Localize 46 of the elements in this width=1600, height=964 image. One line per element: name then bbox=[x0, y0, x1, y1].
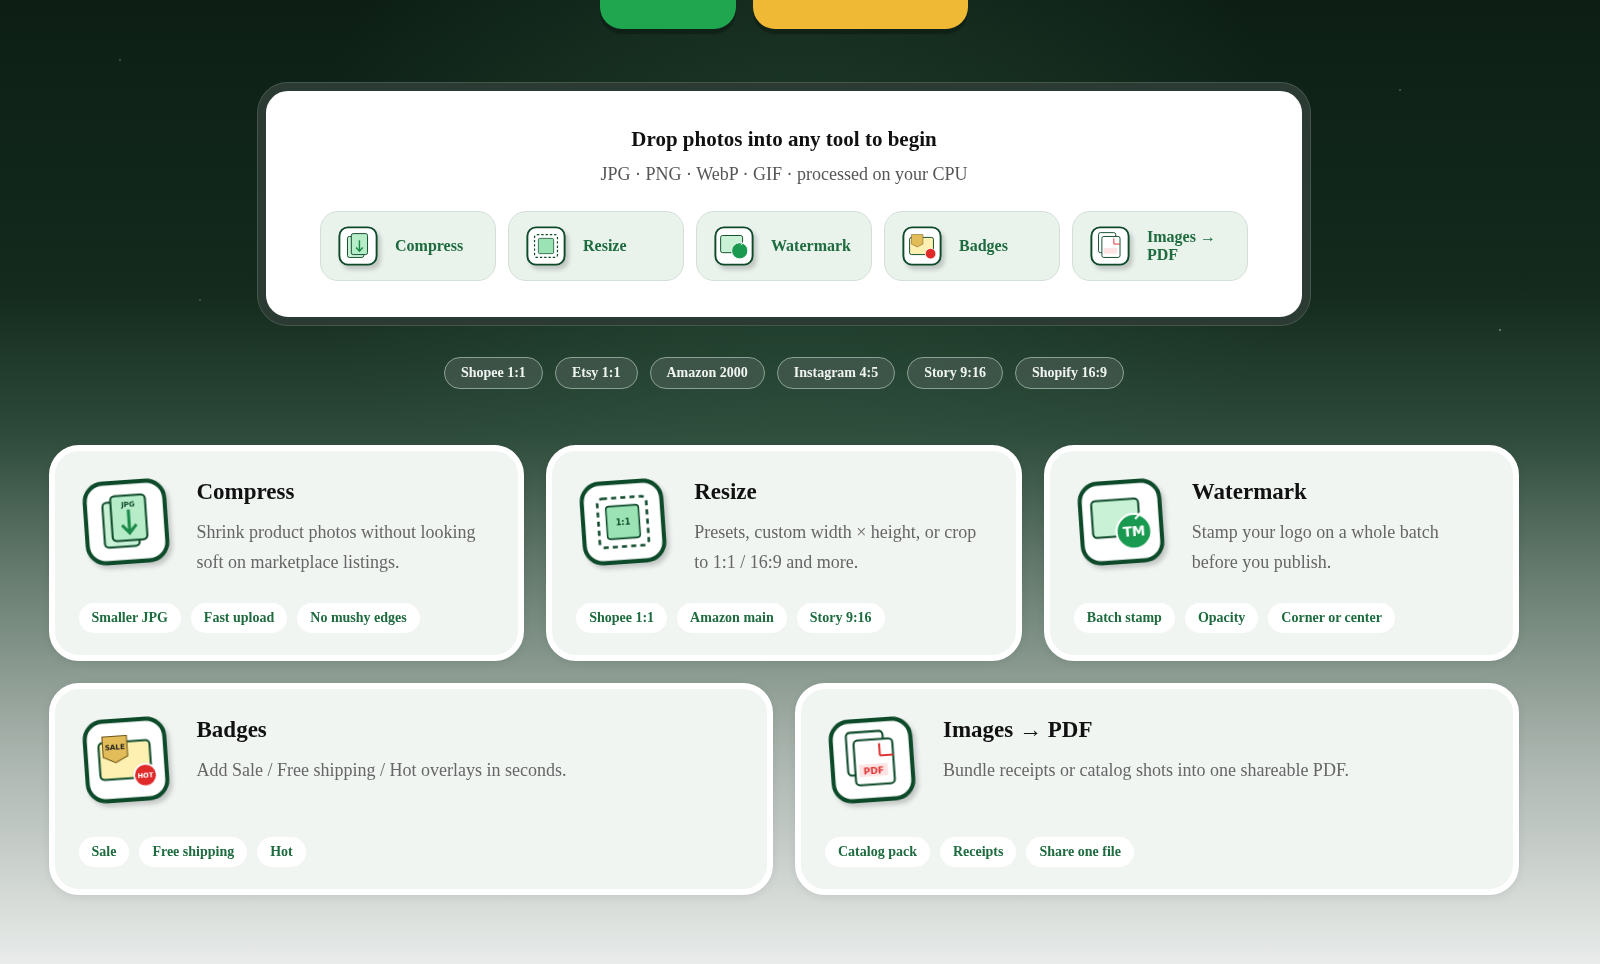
feature-tag: No mushy edges bbox=[297, 603, 420, 633]
card-title: Badges bbox=[196, 717, 268, 743]
card-title: Compress bbox=[196, 479, 296, 505]
card-description: Shrink product photos without looking soft on marketplace listings. bbox=[196, 521, 477, 574]
card-title: Watermark bbox=[1191, 479, 1308, 505]
preset-chip[interactable]: Amazon 2000 bbox=[649, 357, 765, 389]
feature-tag: Free shipping bbox=[139, 837, 248, 867]
card-title: Resize bbox=[694, 479, 758, 505]
stamp-icon bbox=[713, 225, 755, 267]
feature-tag: Receipts bbox=[939, 837, 1017, 867]
card-description: Add Sale / Free shipping / Hot overlays in seconds. bbox=[196, 759, 567, 782]
sale-tag-icon bbox=[901, 225, 943, 267]
preset-chip[interactable]: Shopee 1:1 bbox=[443, 357, 543, 389]
tool-button[interactable]: Compress bbox=[320, 211, 496, 281]
preset-chip[interactable]: Etsy 1:1 bbox=[554, 357, 638, 389]
preset-chip[interactable]: Instagram 4:5 bbox=[776, 357, 896, 389]
feature-tag: Share one file bbox=[1026, 837, 1134, 867]
preset-chip[interactable]: Shopify 16:9 bbox=[1015, 357, 1125, 389]
tool-button[interactable]: Watermark bbox=[696, 211, 872, 281]
tool-card[interactable]: TM Watermark Stamp your logo on a whole batch before you publish. Batch stamp Opacity Corner or center bbox=[1043, 445, 1520, 661]
drop-title: Drop photos into any tool to begin bbox=[631, 127, 937, 152]
feature-tag: Smaller JPG bbox=[78, 603, 181, 633]
feature-tag: Shopee 1:1 bbox=[576, 603, 668, 633]
tool-card[interactable]: 1:1 Resize Presets, custom width × height, or crop to 1:1 / 16:9 and more. Shopee 1:1 Amazon main Story 9:16 bbox=[546, 445, 1022, 661]
tool-button[interactable]: Badges bbox=[884, 211, 1060, 281]
feature-tag: Hot bbox=[257, 837, 306, 867]
tool-card[interactable]: PDF Images → PDF Bundle receipts or catalog shots into one shareable PDF. Catalog pack Receipts Share one file bbox=[795, 683, 1520, 895]
preset-chip[interactable]: Story 9:16 bbox=[907, 357, 1003, 389]
feature-tag: Batch stamp bbox=[1073, 603, 1175, 633]
card-description: Presets, custom width × height, or crop to 1:1 / 16:9 and more. bbox=[694, 521, 978, 574]
dashed-square-icon bbox=[525, 225, 567, 267]
feature-tag: Catalog pack bbox=[825, 837, 930, 867]
card-title: Images → PDF bbox=[943, 717, 1094, 743]
pdf-pages-icon bbox=[1089, 225, 1131, 267]
drop-subtitle: JPG · PNG · WebP · GIF · processed on your CPU bbox=[600, 164, 968, 185]
card-description: Bundle receipts or catalog shots into one shareable PDF. bbox=[943, 759, 1349, 782]
card-description: Stamp your logo on a whole batch before you publish. bbox=[1191, 521, 1440, 574]
feature-tag: Amazon main bbox=[677, 603, 787, 633]
feature-tag: Fast upload bbox=[190, 603, 288, 633]
tool-button[interactable]: Images → PDF bbox=[1072, 211, 1248, 281]
feature-tag: Opacity bbox=[1184, 603, 1259, 633]
stacked-pages-icon bbox=[337, 225, 379, 267]
tool-button[interactable]: Resize bbox=[508, 211, 684, 281]
feature-tag: Story 9:16 bbox=[796, 603, 885, 633]
feature-tag: Corner or center bbox=[1268, 603, 1395, 633]
feature-tag: Sale bbox=[78, 837, 130, 867]
